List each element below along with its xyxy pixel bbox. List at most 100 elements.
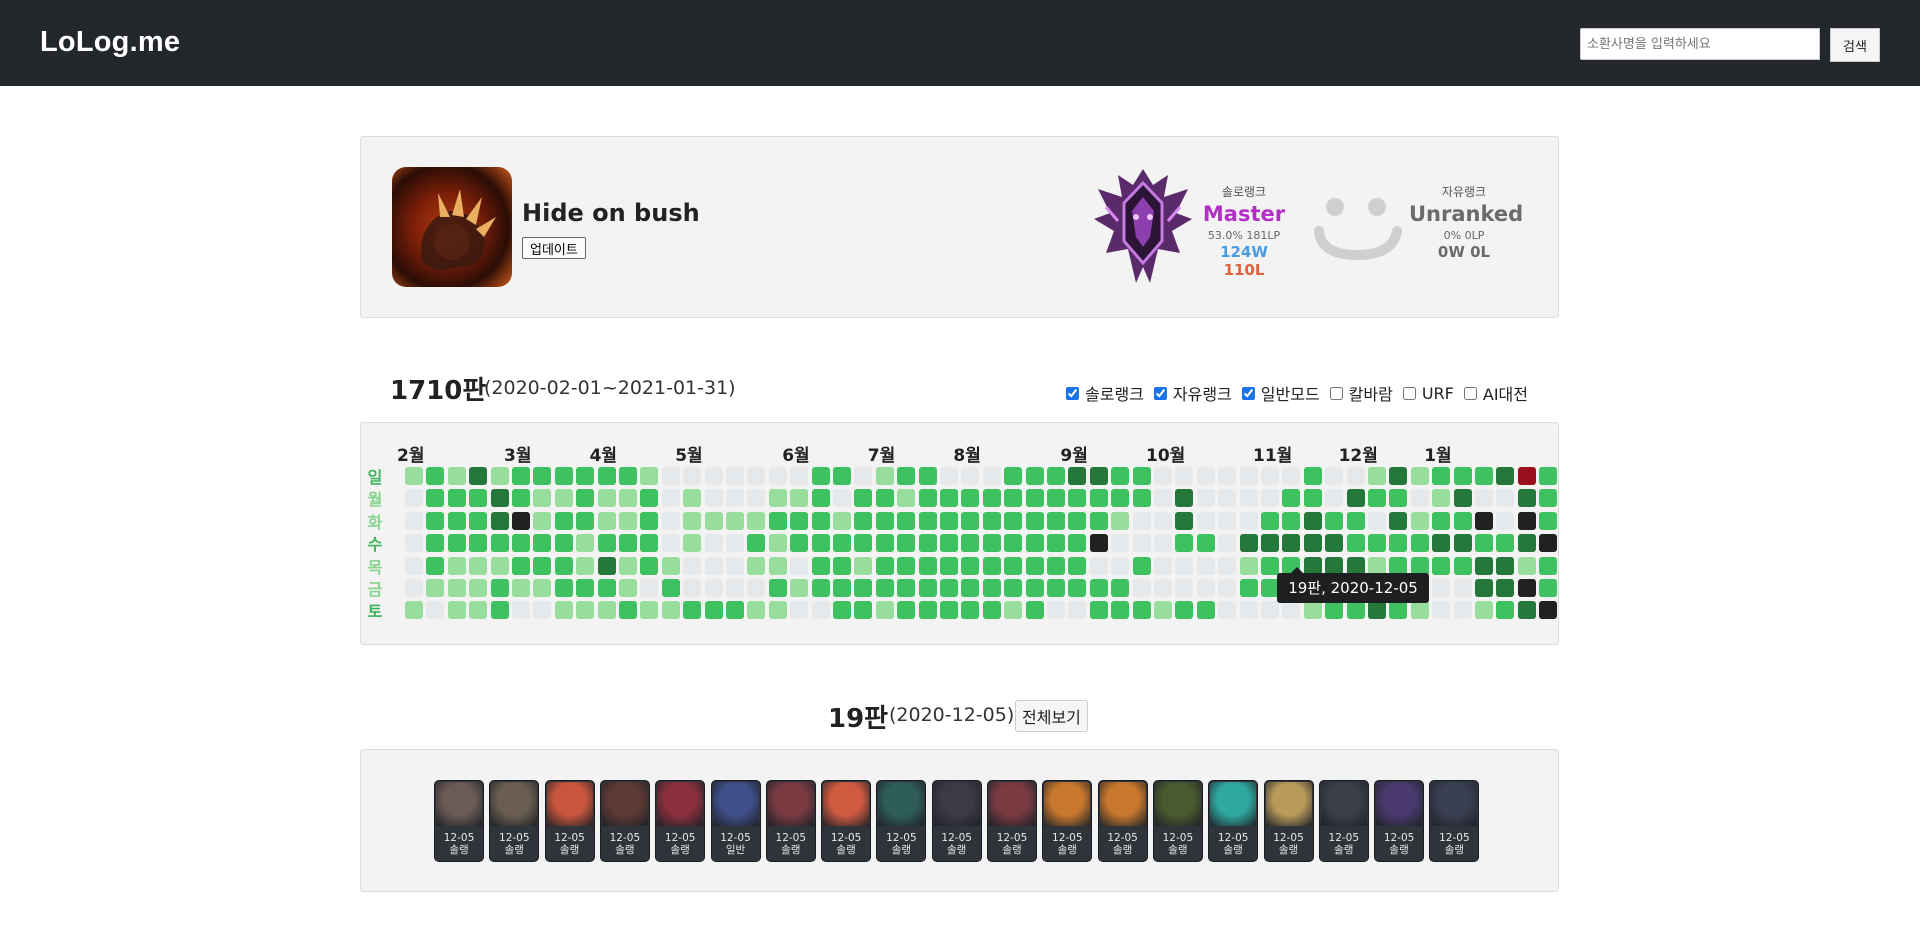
heatmap-cell[interactable]	[940, 511, 958, 530]
heatmap-cell[interactable]	[683, 556, 702, 575]
filter-1[interactable]: 자유랭크	[1153, 381, 1232, 405]
heatmap-cell[interactable]	[1239, 467, 1258, 485]
heatmap-cell[interactable]	[1175, 556, 1194, 575]
heatmap-cell[interactable]	[1368, 601, 1386, 620]
filter-checkbox[interactable]	[1329, 386, 1343, 400]
heatmap-cell[interactable]	[619, 601, 637, 620]
heatmap-cell[interactable]	[426, 511, 445, 530]
heatmap-cell[interactable]	[833, 489, 851, 508]
heatmap-cell[interactable]	[512, 556, 530, 575]
heatmap-cell[interactable]	[1047, 601, 1065, 620]
heatmap-cell[interactable]	[554, 467, 573, 485]
heatmap-cell[interactable]	[1517, 601, 1536, 620]
heatmap-cell[interactable]	[1068, 511, 1087, 530]
heatmap-cell[interactable]	[405, 467, 423, 485]
heatmap-cell[interactable]	[490, 556, 509, 575]
heatmap-cell[interactable]	[940, 534, 958, 553]
heatmap-cell[interactable]	[1496, 467, 1515, 485]
heatmap-cell[interactable]	[961, 579, 980, 597]
heatmap-cell[interactable]	[875, 534, 894, 553]
match-card[interactable]: 12-05 솔랭	[931, 780, 982, 862]
heatmap-cell[interactable]	[1132, 579, 1151, 597]
heatmap-cell[interactable]	[1389, 511, 1408, 530]
heatmap-cell[interactable]	[1111, 556, 1130, 575]
heatmap-cell[interactable]	[790, 601, 809, 620]
heatmap-cell[interactable]	[533, 534, 552, 553]
heatmap-cell[interactable]	[1261, 556, 1279, 575]
heatmap-cell[interactable]	[961, 534, 980, 553]
heatmap-cell[interactable]	[747, 511, 766, 530]
heatmap-cell[interactable]	[875, 579, 894, 597]
heatmap-cell[interactable]	[1432, 556, 1451, 575]
heatmap-cell[interactable]	[576, 556, 595, 575]
heatmap-cell[interactable]	[619, 579, 637, 597]
heatmap-cell[interactable]	[512, 511, 530, 530]
heatmap-cell[interactable]	[961, 467, 980, 485]
heatmap-cell[interactable]	[405, 556, 423, 575]
heatmap-cell[interactable]	[1346, 601, 1365, 620]
heatmap-cell[interactable]	[469, 534, 488, 553]
heatmap-cell[interactable]	[1410, 556, 1429, 575]
heatmap-cell[interactable]	[897, 467, 916, 485]
heatmap-cell[interactable]	[854, 534, 873, 553]
heatmap-cell[interactable]	[982, 579, 1001, 597]
heatmap-cell[interactable]	[512, 534, 530, 553]
heatmap-cell[interactable]	[469, 601, 488, 620]
heatmap-cell[interactable]	[490, 467, 509, 485]
heatmap-cell[interactable]	[619, 489, 637, 508]
heatmap-cell[interactable]	[554, 511, 573, 530]
heatmap-cell[interactable]	[640, 534, 659, 553]
heatmap-cell[interactable]	[1132, 511, 1151, 530]
heatmap-cell[interactable]	[1196, 556, 1215, 575]
heatmap-cell[interactable]	[1389, 489, 1408, 508]
heatmap-cell[interactable]	[1089, 467, 1108, 485]
heatmap-cell[interactable]	[533, 467, 552, 485]
heatmap-cell[interactable]	[982, 489, 1001, 508]
heatmap-cell[interactable]	[1154, 467, 1172, 485]
heatmap-cell[interactable]	[918, 511, 937, 530]
heatmap-cell[interactable]	[640, 489, 659, 508]
heatmap-cell[interactable]	[490, 511, 509, 530]
heatmap-cell[interactable]	[811, 511, 830, 530]
heatmap-cell[interactable]	[576, 601, 595, 620]
heatmap-cell[interactable]	[554, 489, 573, 508]
heatmap-cell[interactable]	[1111, 511, 1130, 530]
heatmap-cell[interactable]	[811, 601, 830, 620]
heatmap-cell[interactable]	[811, 534, 830, 553]
heatmap-cell[interactable]	[1303, 489, 1322, 508]
heatmap-cell[interactable]	[1539, 489, 1558, 508]
heatmap-cell[interactable]	[1068, 489, 1087, 508]
heatmap-cell[interactable]	[683, 467, 702, 485]
heatmap-cell[interactable]	[1432, 601, 1451, 620]
heatmap-cell[interactable]	[1453, 534, 1472, 553]
heatmap-cell[interactable]	[1196, 601, 1215, 620]
heatmap-cell[interactable]	[1325, 534, 1344, 553]
filter-checkbox[interactable]	[1066, 386, 1079, 400]
heatmap-cell[interactable]	[1368, 467, 1386, 485]
heatmap-cell[interactable]	[833, 534, 851, 553]
heatmap-cell[interactable]	[405, 534, 423, 553]
heatmap-cell[interactable]	[1282, 511, 1301, 530]
match-card[interactable]: 12-05 솔랭	[1152, 780, 1203, 862]
filter-checkbox[interactable]	[1241, 386, 1255, 400]
heatmap-cell[interactable]	[1218, 579, 1237, 597]
heatmap-cell[interactable]	[1004, 467, 1023, 485]
heatmap-cell[interactable]	[661, 511, 680, 530]
heatmap-cell[interactable]	[1282, 467, 1301, 485]
heatmap-cell[interactable]	[1475, 579, 1493, 597]
heatmap-cell[interactable]	[1389, 467, 1408, 485]
heatmap-cell[interactable]	[576, 467, 595, 485]
heatmap-cell[interactable]	[1239, 601, 1258, 620]
heatmap-cell[interactable]	[747, 489, 766, 508]
heatmap-cell[interactable]	[661, 579, 680, 597]
heatmap-cell[interactable]	[1132, 534, 1151, 553]
heatmap-cell[interactable]	[747, 579, 766, 597]
heatmap-cell[interactable]	[1196, 467, 1215, 485]
heatmap-cell[interactable]	[897, 511, 916, 530]
heatmap-cell[interactable]	[726, 467, 744, 485]
heatmap-cell[interactable]	[875, 556, 894, 575]
heatmap-cell[interactable]	[1475, 489, 1493, 508]
heatmap-cell[interactable]	[426, 489, 445, 508]
heatmap-cell[interactable]	[640, 467, 659, 485]
match-card[interactable]: 12-05 솔랭	[1042, 780, 1093, 862]
